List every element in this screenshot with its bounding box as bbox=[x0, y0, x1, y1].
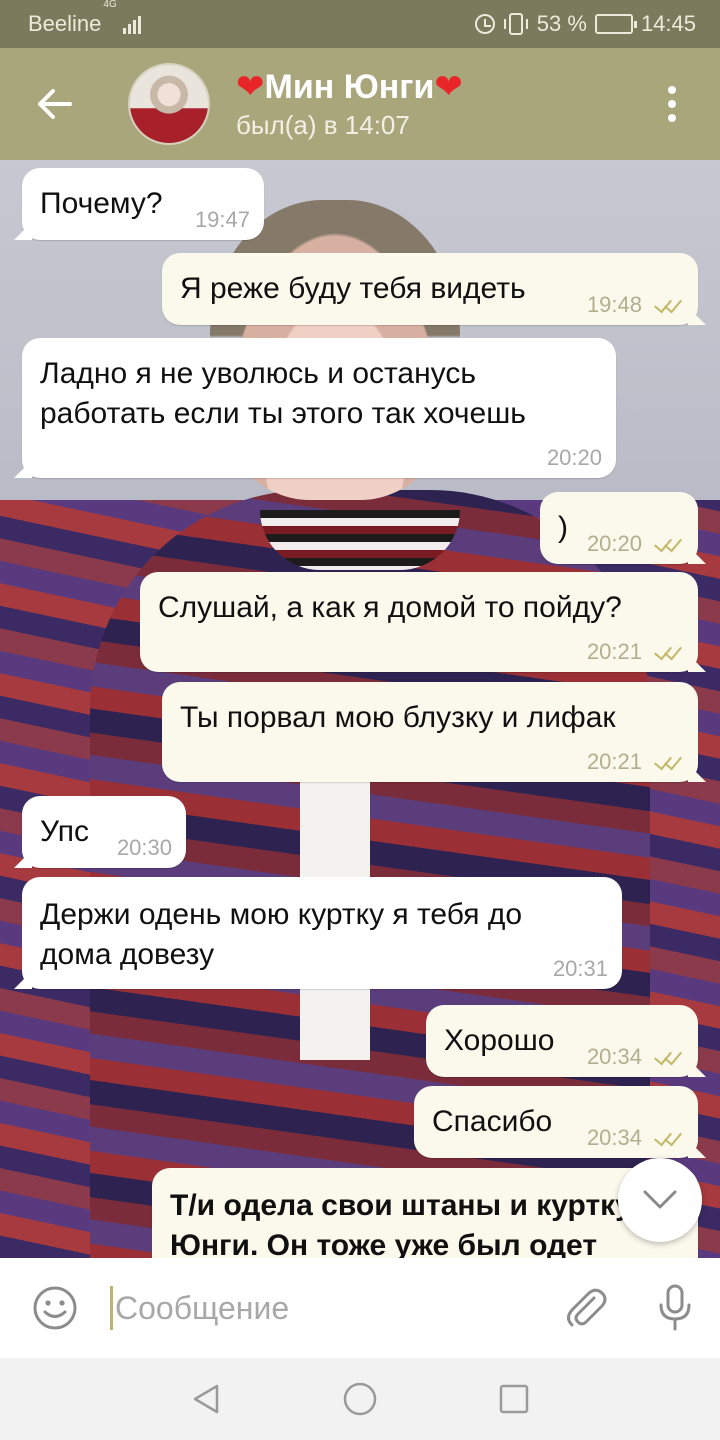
message-time: 20:21 bbox=[586, 639, 642, 664]
read-ticks-icon bbox=[650, 753, 684, 771]
last-seen-status: был(а) в 14:07 bbox=[236, 109, 410, 140]
more-vertical-icon bbox=[668, 86, 676, 122]
network-type: 4G bbox=[103, 0, 117, 10]
attach-button[interactable] bbox=[542, 1258, 630, 1358]
arrow-left-icon bbox=[38, 89, 72, 119]
battery-icon bbox=[594, 14, 637, 34]
back-triangle-icon bbox=[193, 1384, 219, 1414]
message-time: 19:48 bbox=[586, 292, 642, 317]
carrier-name: Beeline bbox=[28, 11, 102, 36]
microphone-button[interactable] bbox=[630, 1258, 720, 1358]
message-time: 20:30 bbox=[116, 835, 172, 860]
nav-back-button[interactable] bbox=[184, 1377, 228, 1421]
wallpaper-collar bbox=[260, 510, 460, 570]
read-ticks-icon bbox=[650, 1129, 684, 1147]
home-circle-icon bbox=[343, 1382, 377, 1416]
chat-header: ❤ Мин Юнги ❤ был(а) в 14:07 bbox=[0, 48, 720, 160]
message-bubble-outgoing[interactable]: Спасибо 20:34 bbox=[414, 1086, 698, 1158]
message-text: Ты порвал мою блузку и лифак bbox=[180, 701, 616, 734]
more-menu-button[interactable] bbox=[624, 48, 720, 160]
emoji-button[interactable] bbox=[0, 1258, 110, 1358]
message-bubble-incoming[interactable]: Держи одень мою куртку я тебя до дома до… bbox=[22, 877, 622, 989]
read-ticks-icon bbox=[650, 643, 684, 661]
system-nav-bar bbox=[0, 1358, 720, 1440]
vibrate-icon bbox=[503, 13, 528, 35]
message-time: 20:20 bbox=[546, 445, 602, 470]
message-bubble-incoming[interactable]: Упс 20:30 bbox=[22, 796, 186, 868]
message-time: 20:20 bbox=[586, 531, 642, 556]
signal-icon bbox=[122, 14, 141, 34]
chevron-down-icon bbox=[643, 1190, 677, 1209]
message-bubble-outgoing[interactable]: Хорошо 20:34 bbox=[426, 1005, 698, 1077]
chat-messages-area[interactable]: Почему? 19:47 Я реже буду тебя видеть 19… bbox=[0, 160, 720, 1258]
read-ticks-icon bbox=[650, 535, 684, 553]
message-bubble-outgoing[interactable]: Я реже буду тебя видеть 19:48 bbox=[162, 253, 698, 325]
paperclip-icon bbox=[567, 1288, 607, 1327]
message-time: 20:34 bbox=[586, 1125, 642, 1150]
nav-recents-button[interactable] bbox=[492, 1377, 536, 1421]
message-text: Ладно я не уволюсь и останусь работать е… bbox=[40, 357, 526, 430]
read-ticks-icon bbox=[650, 296, 684, 314]
scroll-down-button[interactable] bbox=[618, 1158, 702, 1242]
message-bubble-outgoing[interactable]: Ты порвал мою блузку и лифак 20:21 bbox=[162, 682, 698, 782]
contact-name: ❤ Мин Юнги ❤ bbox=[236, 68, 463, 106]
message-time: 19:47 bbox=[194, 207, 250, 232]
contact-info[interactable]: ❤ Мин Юнги ❤ был(а) в 14:07 bbox=[236, 68, 463, 141]
message-text: Держи одень мою куртку я тебя до дома до… bbox=[40, 898, 523, 971]
message-bubble-outgoing[interactable]: Слушай, а как я домой то пойду? 20:21 bbox=[140, 572, 698, 672]
heart-icon: ❤ bbox=[236, 67, 265, 106]
read-ticks-icon bbox=[650, 1048, 684, 1066]
message-bubble-outgoing[interactable]: ) 20:20 bbox=[540, 492, 698, 564]
status-bar: Beeline 4G 53 % 14:45 bbox=[0, 0, 720, 48]
microphone-icon bbox=[659, 1284, 691, 1331]
contact-avatar[interactable] bbox=[128, 63, 210, 145]
recents-square-icon bbox=[499, 1384, 529, 1414]
message-time: 20:21 bbox=[586, 749, 642, 774]
battery-percent: 53 % bbox=[536, 11, 587, 36]
smile-icon bbox=[33, 1286, 77, 1330]
message-bubble-incoming[interactable]: Почему? 19:47 bbox=[22, 168, 264, 240]
nav-home-button[interactable] bbox=[338, 1377, 382, 1421]
message-composer bbox=[0, 1258, 720, 1358]
message-bubble-incoming[interactable]: Ладно я не уволюсь и останусь работать е… bbox=[22, 338, 616, 478]
clock: 14:45 bbox=[640, 11, 696, 36]
message-bubble-outgoing[interactable]: Т/и одела свои штаны и куртку Юнги. Он т… bbox=[152, 1168, 698, 1258]
alarm-icon bbox=[474, 14, 495, 34]
heart-icon: ❤ bbox=[434, 67, 463, 106]
message-text: Слушай, а как я домой то пойду? bbox=[158, 591, 622, 624]
message-time: 20:34 bbox=[586, 1044, 642, 1069]
back-button[interactable] bbox=[0, 48, 110, 160]
message-time: 20:31 bbox=[552, 956, 608, 981]
contact-name-text: Мин Юнги bbox=[264, 67, 435, 106]
message-input[interactable] bbox=[110, 1286, 530, 1330]
message-text: Т/и одела свои штаны и куртку Юнги. Он т… bbox=[170, 1189, 632, 1258]
